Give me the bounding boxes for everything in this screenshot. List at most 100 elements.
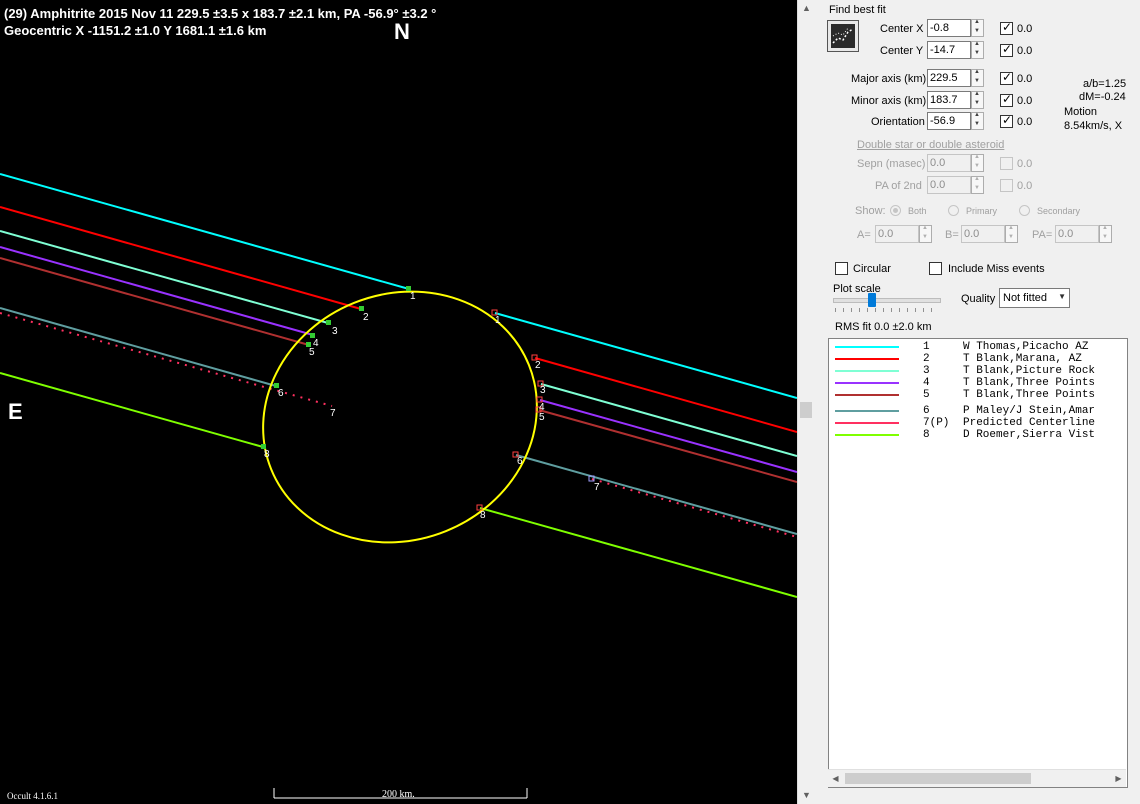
legend-swatch [835, 394, 899, 396]
double-star-link[interactable]: Double star or double asteroid [857, 139, 1004, 151]
legend-scroll-thumb[interactable] [845, 773, 1031, 784]
orientation-checkbox[interactable] [1000, 113, 1013, 128]
minor-axis-spinner[interactable] [971, 91, 984, 109]
scale-label: 200 km. [382, 789, 415, 800]
pa-2nd-spinner[interactable] [971, 176, 984, 194]
legend-name: Predicted Centerline [963, 417, 1096, 429]
center-y-input[interactable]: -14.7 [927, 41, 971, 59]
chord-plot-svg: 1 2 3 4 5 6 7 8 1 2 3 4 5 6 7 8 [0, 173, 797, 799]
quality-label: Quality [961, 293, 996, 305]
legend-number: 1 [923, 341, 930, 353]
orientation-input[interactable]: -56.9 [927, 112, 971, 130]
include-miss-label: Include Miss events [948, 263, 1045, 275]
pa-input[interactable]: 0.0 [1055, 225, 1099, 243]
axis-ratio: a/b=1.25 [1083, 78, 1127, 90]
center-y-spinner[interactable] [971, 41, 984, 59]
chord-2-west [0, 206, 362, 310]
chord-8-west [0, 372, 264, 448]
rms-fit-label: RMS fit 0.0 ±2.0 km [835, 321, 932, 333]
legend-swatch [835, 358, 899, 360]
occultation-plot[interactable]: 1 2 3 4 5 6 7 8 1 2 3 4 5 6 7 8 (29) Amp… [0, 0, 797, 804]
chord-3-east [540, 383, 797, 457]
chord-5-west [0, 257, 310, 346]
orientation-spinner[interactable] [971, 112, 984, 130]
sepn-input[interactable]: 0.0 [927, 154, 971, 172]
legend-number: 2 [923, 353, 930, 365]
sepn-checkbox[interactable] [1000, 157, 1013, 170]
chord-label: 1 [410, 291, 416, 302]
major-axis-spinner[interactable] [971, 69, 984, 87]
north-label: N [394, 19, 410, 44]
include-miss-checkbox[interactable] [929, 262, 942, 275]
b-input[interactable]: 0.0 [961, 225, 1005, 243]
chord-2-east [534, 357, 797, 433]
legend-name: D Roemer,Sierra Vist [963, 429, 1096, 441]
scroll-right-arrow-icon[interactable]: ▶ [1111, 770, 1126, 787]
find-best-fit-button[interactable] [827, 20, 859, 52]
legend-swatch [835, 422, 899, 424]
show-secondary-radio[interactable] [1019, 205, 1030, 216]
major-axis-input[interactable]: 229.5 [927, 69, 971, 87]
scroll-down-arrow-icon[interactable]: ▼ [798, 787, 815, 804]
list-item[interactable]: 4 T Blank,Three Points [829, 377, 1127, 389]
pa-2nd-checkbox[interactable] [1000, 179, 1013, 192]
chevron-down-icon: ▼ [1058, 292, 1066, 301]
list-item[interactable]: 2 T Blank,Marana, AZ [829, 353, 1127, 365]
center-x-spinner[interactable] [971, 19, 984, 37]
pa-2nd-label: PA of 2nd [875, 180, 922, 192]
scroll-left-arrow-icon[interactable]: ◀ [828, 770, 843, 787]
chord-4-east [539, 399, 797, 473]
legend-number: 8 [923, 429, 930, 441]
show-both-label: Both [908, 206, 927, 216]
list-item[interactable]: 8 D Roemer,Sierra Vist [829, 429, 1127, 441]
circular-checkbox[interactable] [835, 262, 848, 275]
scroll-thumb[interactable] [800, 402, 812, 418]
chord-label: 5 [539, 412, 545, 423]
chord-label: 7 [594, 482, 600, 493]
minor-axis-checkbox[interactable] [1000, 92, 1013, 107]
list-item[interactable]: 1 W Thomas,Picacho AZ [829, 341, 1127, 353]
version-label: Occult 4.1.6.1 [7, 791, 58, 801]
minor-axis-input[interactable]: 183.7 [927, 91, 971, 109]
center-y-checkbox[interactable] [1000, 42, 1013, 57]
list-item[interactable]: 3 T Blank,Picture Rock [829, 365, 1127, 377]
list-item[interactable]: 7(P) Predicted Centerline [829, 417, 1127, 429]
circular-label: Circular [853, 263, 891, 275]
list-item[interactable]: 5 T Blank,Three Points [829, 389, 1127, 401]
major-axis-checkbox[interactable] [1000, 70, 1013, 85]
center-x-label: Center X [880, 23, 924, 35]
plot-scale-slider-thumb[interactable] [868, 293, 876, 307]
sepn-label: Sepn (masec) [857, 158, 926, 170]
b-label: B= [945, 229, 959, 241]
sepn-spinner[interactable] [971, 154, 984, 172]
pa-spinner[interactable] [1099, 225, 1112, 243]
legend-swatch [835, 434, 899, 436]
quality-select[interactable]: Not fitted ▼ [999, 288, 1070, 308]
legend-swatch [835, 346, 899, 348]
legend-number: 5 [923, 389, 930, 401]
b-spinner[interactable] [1005, 225, 1018, 243]
plot-vertical-scrollbar[interactable]: ▲ ▼ [797, 0, 815, 804]
plot-title: (29) Amphitrite 2015 Nov 11 229.5 ±3.5 x… [4, 6, 437, 21]
legend-number: 6 [923, 405, 930, 417]
observer-legend-list[interactable]: 1 W Thomas,Picacho AZ 2 T Blank,Marana, … [828, 338, 1128, 788]
legend-swatch [835, 382, 899, 384]
show-primary-radio[interactable] [948, 205, 959, 216]
minor-axis-check-value: 0.0 [1017, 95, 1033, 107]
chord-6-east [515, 454, 797, 535]
chord-label: 3 [332, 326, 338, 337]
list-item[interactable]: 6 P Maley/J Stein,Amar [829, 405, 1127, 417]
legend-name: T Blank,Picture Rock [963, 365, 1096, 377]
major-axis-label: Major axis (km) [851, 73, 927, 85]
legend-horizontal-scrollbar[interactable]: ◀ ▶ [828, 769, 1126, 787]
scroll-up-arrow-icon[interactable]: ▲ [798, 0, 815, 17]
center-x-checkbox[interactable] [1000, 20, 1013, 35]
center-x-input[interactable]: -0.8 [927, 19, 971, 37]
a-spinner[interactable] [919, 225, 932, 243]
show-both-radio[interactable] [890, 205, 901, 216]
a-input[interactable]: 0.0 [875, 225, 919, 243]
pa-2nd-check-value: 0.0 [1017, 180, 1033, 192]
pa-2nd-input[interactable]: 0.0 [927, 176, 971, 194]
plot-scale-slider[interactable] [833, 293, 941, 307]
chord-6-west [0, 307, 277, 387]
